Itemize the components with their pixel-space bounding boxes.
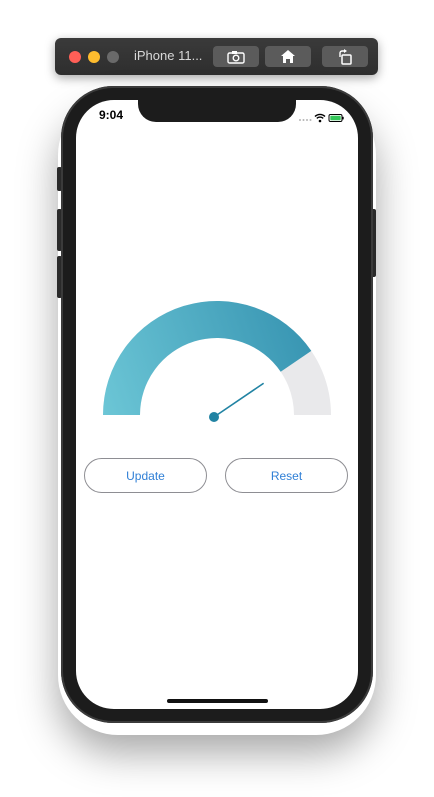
gauge-fill <box>103 301 312 415</box>
speed-gauge <box>103 301 331 422</box>
reset-button[interactable]: Reset <box>225 458 348 493</box>
gauge-needle <box>213 382 265 418</box>
home-indicator <box>167 699 268 703</box>
update-button[interactable]: Update <box>84 458 207 493</box>
gauge-needle-hub <box>209 412 219 422</box>
